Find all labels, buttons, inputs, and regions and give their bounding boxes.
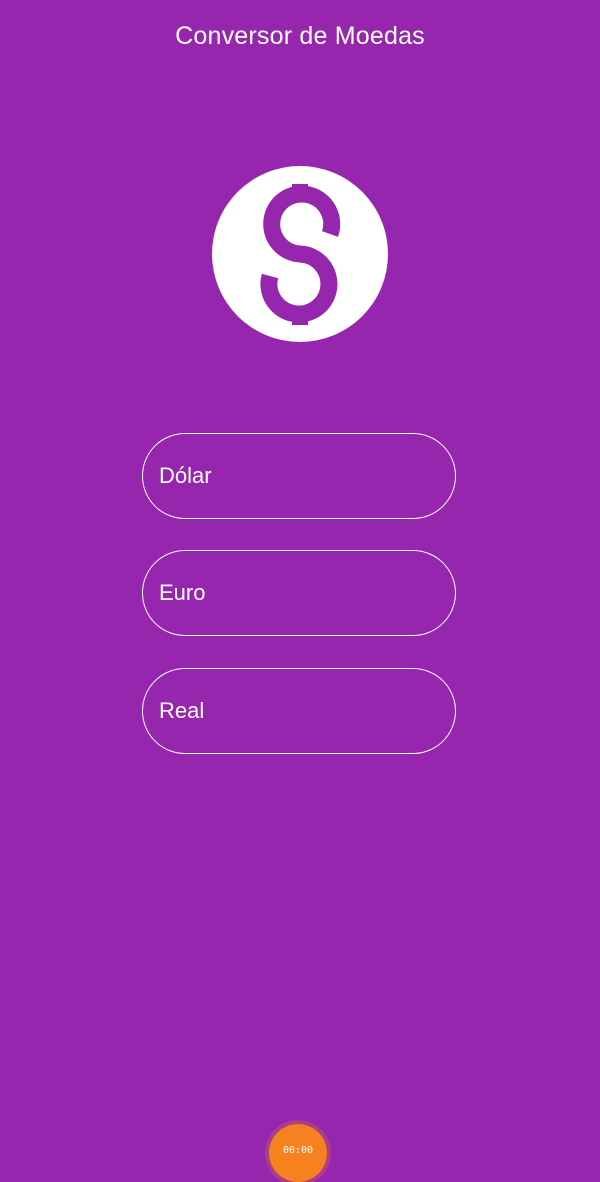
real-field[interactable] bbox=[142, 668, 456, 754]
euro-field[interactable] bbox=[142, 550, 456, 636]
timer-label: 00:00 bbox=[282, 1145, 314, 1156]
page-title: Conversor de Moedas bbox=[175, 22, 425, 50]
euro-input[interactable] bbox=[143, 551, 455, 635]
dolar-input[interactable] bbox=[143, 434, 455, 518]
dolar-field[interactable] bbox=[142, 433, 456, 519]
real-input[interactable] bbox=[143, 669, 455, 753]
recording-timer-button[interactable]: 00:00 bbox=[269, 1124, 327, 1182]
dollar-sign-icon bbox=[212, 166, 388, 342]
